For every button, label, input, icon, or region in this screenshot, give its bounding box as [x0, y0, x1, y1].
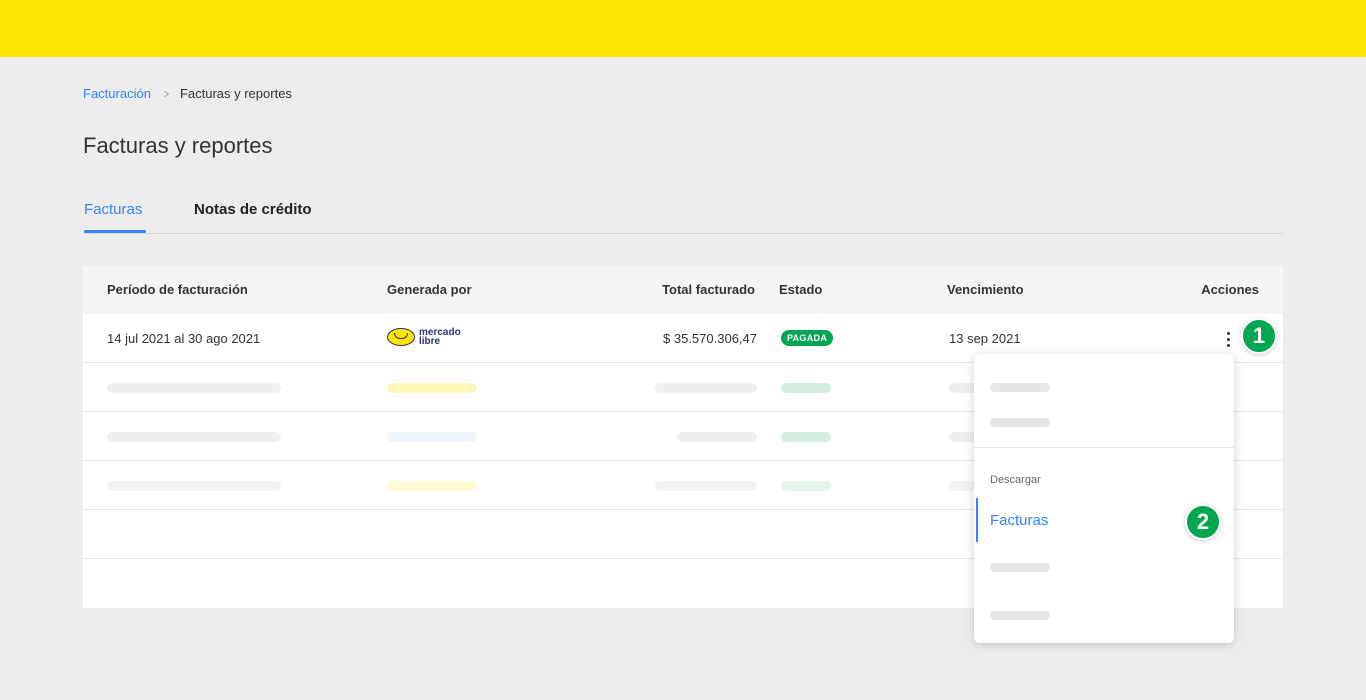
skeleton-bar: [387, 383, 477, 393]
status-badge: PAGADA: [781, 330, 834, 346]
menu-item-placeholder[interactable]: [990, 563, 1050, 572]
skeleton-bar: [107, 481, 281, 491]
logo-text: mercado libre: [419, 327, 461, 347]
menu-divider: [974, 447, 1234, 448]
skeleton-bar: [655, 481, 757, 491]
breadcrumb-link-facturacion[interactable]: Facturación: [83, 86, 151, 101]
skeleton-bar: [107, 432, 281, 442]
active-tab-indicator: [84, 230, 146, 233]
mercado-libre-logo: mercado libre: [387, 327, 461, 347]
column-header-vencimiento: Vencimiento: [947, 282, 1024, 297]
tab-notas-de-credito[interactable]: Notas de crédito: [194, 201, 312, 218]
menu-item-placeholder[interactable]: [990, 383, 1050, 392]
menu-item-placeholder[interactable]: [990, 418, 1050, 427]
skeleton-bar: [677, 432, 757, 442]
table-header: Período de facturación Generada por Tota…: [83, 266, 1283, 314]
tab-facturas[interactable]: Facturas: [84, 201, 142, 218]
kebab-menu-icon[interactable]: [1222, 327, 1234, 351]
total-cell: $ 35.570.306,47: [663, 331, 757, 346]
menu-item-label: Facturas: [990, 512, 1049, 529]
active-indicator: [976, 498, 978, 542]
column-header-estado: Estado: [779, 282, 823, 297]
actions-dropdown-menu: Descargar Facturas: [974, 354, 1234, 643]
breadcrumb: Facturación > Facturas y reportes: [83, 86, 292, 101]
skeleton-bar: [387, 481, 477, 491]
breadcrumb-current: Facturas y reportes: [179, 86, 292, 101]
page-title: Facturas y reportes: [83, 133, 273, 158]
menu-section-label: Descargar: [990, 474, 1041, 486]
step-marker-1: 1: [1241, 318, 1277, 354]
skeleton-bar: [655, 383, 757, 393]
column-header-total: Total facturado: [662, 282, 755, 297]
tabs: Facturas Notas de crédito: [83, 197, 1283, 234]
column-header-acciones: Acciones: [1201, 282, 1259, 297]
skeleton-bar: [107, 383, 281, 393]
period-cell: 14 jul 2021 al 30 ago 2021: [107, 331, 261, 346]
skeleton-bar: [781, 432, 831, 442]
menu-item-placeholder[interactable]: [990, 611, 1050, 620]
skeleton-bar: [781, 481, 831, 491]
step-marker-2: 2: [1185, 504, 1221, 540]
skeleton-bar: [387, 432, 477, 442]
handshake-icon: [387, 328, 415, 346]
skeleton-bar: [781, 383, 831, 393]
top-navigation-bar: [0, 0, 1366, 57]
column-header-generada-por: Generada por: [387, 282, 472, 297]
due-date-cell: 13 sep 2021: [949, 331, 1021, 346]
chevron-right-icon: >: [163, 86, 169, 101]
column-header-periodo: Período de facturación: [107, 282, 248, 297]
